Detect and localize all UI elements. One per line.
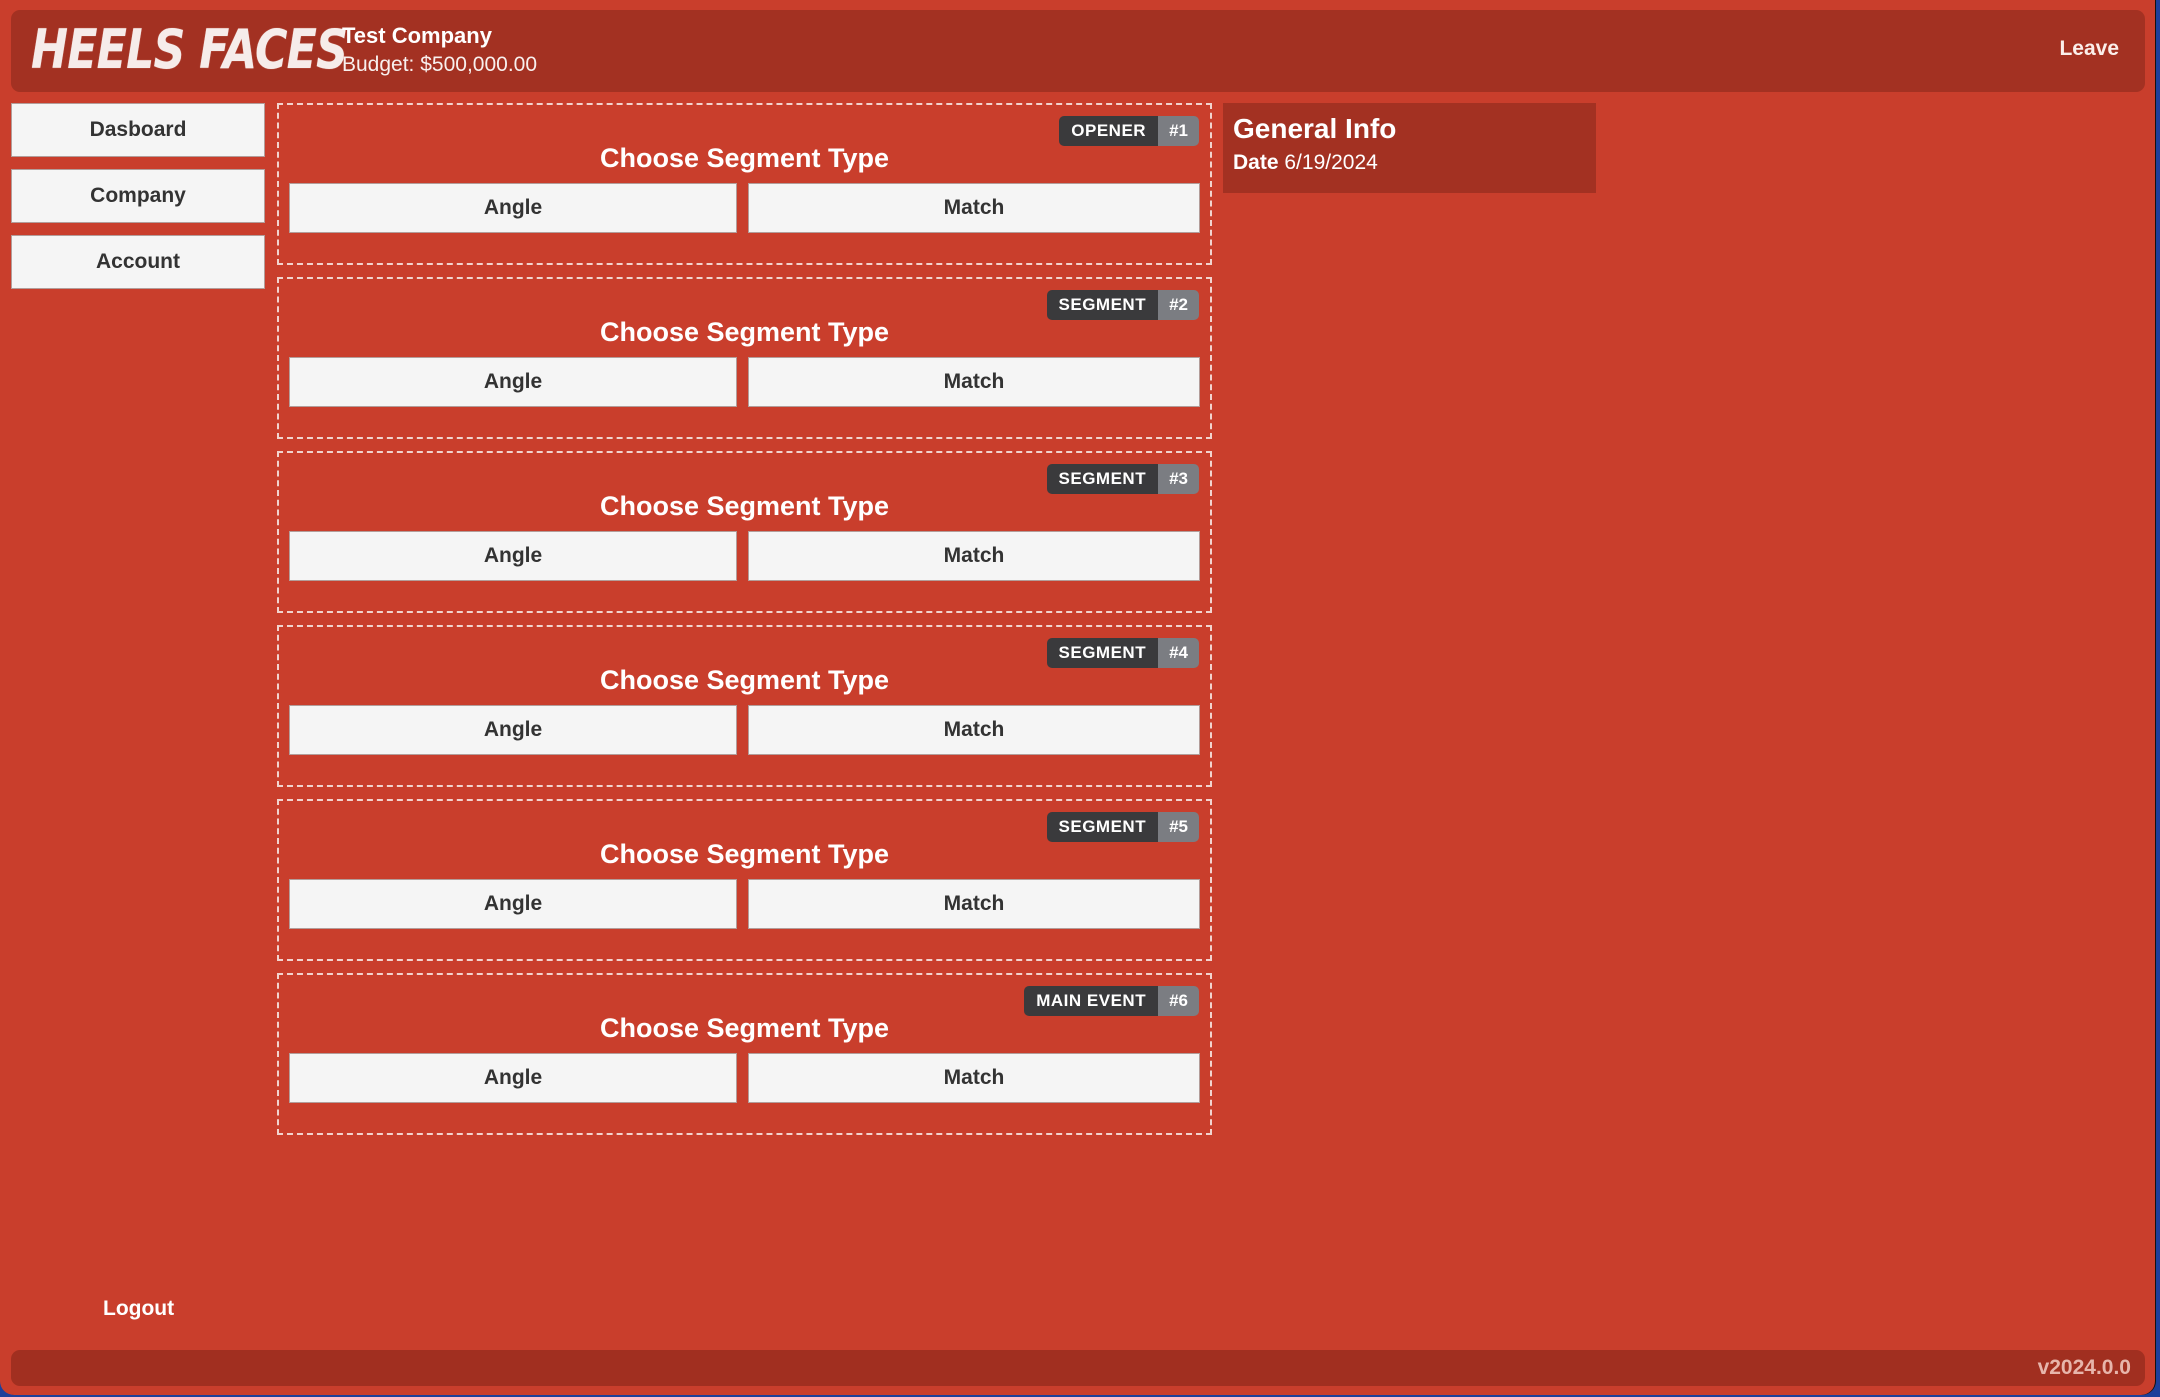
angle-button[interactable]: Angle bbox=[289, 357, 737, 407]
segment-title: Choose Segment Type bbox=[599, 491, 890, 521]
logout-button[interactable]: Logout bbox=[103, 1297, 174, 1321]
segment-card: OPENER #1 Choose Segment Type Angle Matc… bbox=[277, 103, 1212, 265]
segment-type-label: MAIN EVENT bbox=[1024, 986, 1159, 1016]
angle-button[interactable]: Angle bbox=[289, 705, 737, 755]
match-button[interactable]: Match bbox=[748, 357, 1200, 407]
match-button[interactable]: Match bbox=[748, 879, 1200, 929]
segment-title: Choose Segment Type bbox=[599, 143, 890, 173]
segment-card: MAIN EVENT #6 Choose Segment Type Angle … bbox=[277, 973, 1212, 1135]
leave-button[interactable]: Leave bbox=[2059, 37, 2119, 61]
logo: HEELS FACES bbox=[31, 18, 348, 81]
match-button[interactable]: Match bbox=[748, 1053, 1200, 1103]
segment-badge: SEGMENT #4 bbox=[1046, 638, 1199, 668]
general-info-panel: General Info Date 6/19/2024 bbox=[1223, 103, 1596, 193]
segment-badge: SEGMENT #2 bbox=[1046, 290, 1199, 320]
match-button[interactable]: Match bbox=[748, 183, 1200, 233]
company-name: Test Company bbox=[342, 23, 492, 48]
sidebar-item-company[interactable]: Company bbox=[11, 169, 265, 223]
segment-title: Choose Segment Type bbox=[599, 665, 890, 695]
angle-button[interactable]: Angle bbox=[289, 1053, 737, 1103]
segment-card: SEGMENT #2 Choose Segment Type Angle Mat… bbox=[277, 277, 1212, 439]
segment-card: SEGMENT #4 Choose Segment Type Angle Mat… bbox=[277, 625, 1212, 787]
company-info: Test Company Budget: $500,000.00 bbox=[342, 22, 537, 80]
segment-type-label: SEGMENT bbox=[1046, 812, 1159, 842]
segment-number: #1 bbox=[1158, 116, 1199, 146]
segment-badge: SEGMENT #3 bbox=[1046, 464, 1199, 494]
general-info-title: General Info bbox=[1233, 113, 1397, 144]
budget: Budget: $500,000.00 bbox=[342, 53, 538, 76]
segment-card: SEGMENT #5 Choose Segment Type Angle Mat… bbox=[277, 799, 1212, 961]
segment-type-label: SEGMENT bbox=[1046, 638, 1159, 668]
segment-title: Choose Segment Type bbox=[599, 1013, 890, 1043]
segment-number: #5 bbox=[1158, 812, 1199, 842]
segment-card: SEGMENT #3 Choose Segment Type Angle Mat… bbox=[277, 451, 1212, 613]
segment-number: #6 bbox=[1158, 986, 1199, 1016]
segment-number: #2 bbox=[1158, 290, 1199, 320]
show-date: Date 6/19/2024 bbox=[1233, 147, 1586, 179]
match-button[interactable]: Match bbox=[748, 705, 1200, 755]
footer-bar: v2024.0.0 bbox=[11, 1350, 2145, 1386]
angle-button[interactable]: Angle bbox=[289, 879, 737, 929]
segment-number: #3 bbox=[1158, 464, 1199, 494]
angle-button[interactable]: Angle bbox=[289, 183, 737, 233]
segment-title: Choose Segment Type bbox=[599, 839, 890, 869]
sidebar-item-dashboard[interactable]: Dasboard bbox=[11, 103, 265, 157]
sidebar-item-account[interactable]: Account bbox=[11, 235, 265, 289]
segment-type-label: SEGMENT bbox=[1046, 464, 1159, 494]
segment-badge: MAIN EVENT #6 bbox=[1024, 986, 1199, 1016]
segment-type-label: OPENER bbox=[1059, 116, 1159, 146]
segment-number: #4 bbox=[1158, 638, 1199, 668]
segment-title: Choose Segment Type bbox=[599, 317, 890, 347]
segment-badge: OPENER #1 bbox=[1059, 116, 1199, 146]
app-window: HEELS FACES Test Company Budget: $500,00… bbox=[0, 0, 2155, 1395]
date-label: Date bbox=[1233, 151, 1279, 174]
date-value: 6/19/2024 bbox=[1284, 151, 1378, 174]
segment-type-label: SEGMENT bbox=[1046, 290, 1159, 320]
match-button[interactable]: Match bbox=[748, 531, 1200, 581]
segment-badge: SEGMENT #5 bbox=[1046, 812, 1199, 842]
angle-button[interactable]: Angle bbox=[289, 531, 737, 581]
version-label: v2024.0.0 bbox=[2037, 1356, 2131, 1379]
segment-list: OPENER #1 Choose Segment Type Angle Matc… bbox=[277, 103, 1212, 1147]
top-header: HEELS FACES Test Company Budget: $500,00… bbox=[11, 10, 2145, 92]
